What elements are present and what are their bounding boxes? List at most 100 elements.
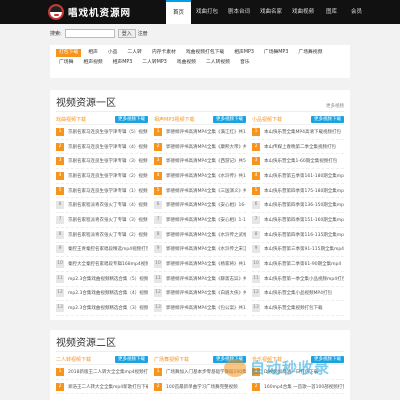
item-title[interactable]: 本山快乐营第四季第175-180期全集mp4 — [264, 188, 344, 194]
item-title[interactable]: 郭德纲评书高清MP4全集《安心相》1-15集 — [166, 217, 246, 223]
category-tag[interactable]: 戏曲视频打包下载 — [183, 49, 227, 57]
download-button[interactable]: 更多视频下载 — [311, 116, 344, 123]
column-title[interactable]: 广场舞视频下载 — [154, 356, 189, 363]
item-title[interactable]: 京剧名家程派青衣张火丁专辑（4）视频打 — [68, 202, 148, 208]
item-title[interactable]: 郭德纲评书高清MP4全集《聊斋志异》共5集 — [166, 276, 246, 282]
nav-member[interactable]: 会员 — [344, 0, 369, 24]
list-item[interactable]: 1 2018新版王二人转大全全集mp4视频打包 — [56, 365, 148, 380]
list-item[interactable]: 5 本山快乐营第四季第175-180期全集mp4 — [252, 184, 344, 199]
list-item[interactable]: 7 本山快乐营第四季第151-160期全集mp4 — [252, 213, 344, 228]
category-tag[interactable]: 相声MP3 — [110, 59, 136, 67]
item-title[interactable]: 郭德纲评书高清MP4全集《西游记》共5集 — [166, 158, 246, 164]
list-item[interactable]: 2 郭德纲评书高清MP4全集《康熙大帝》共4集 — [154, 140, 246, 155]
item-title[interactable]: 郭德纲评书高清MP4全集《安心相》16-27集 — [166, 202, 246, 208]
list-item[interactable]: 4 京剧名家马连良生张学津专辑（2）视频打 — [56, 169, 148, 184]
category-tag[interactable]: 相声MP3 — [231, 49, 257, 57]
list-item[interactable]: 7 郭德纲评书高清MP4全集《安心相》1-15集 — [154, 213, 246, 228]
list-item[interactable]: 7 京剧名家程派青衣张火丁专辑（3）视频打 — [56, 213, 148, 228]
list-item[interactable]: 13 mp2.3合集戏曲视频精选合集（3）视频打包 — [56, 301, 148, 316]
item-title[interactable]: 郭德纲评书高清MP4全集《水浒传》共15集 — [166, 173, 246, 179]
item-title[interactable]: mp2.3合集戏曲视频精选合集（5）视频打包 — [68, 276, 148, 282]
column-title[interactable]: 小品视频下载 — [252, 116, 282, 123]
list-item[interactable]: 2 160mp4合集 一首歌一首100部视频打包 — [252, 380, 344, 395]
download-button[interactable]: 更多视频下载 — [115, 116, 148, 123]
item-title[interactable]: 京剧名家马连良生张学津专辑（2）视频打 — [68, 173, 148, 179]
item-title[interactable]: 本山快乐营第四季第116-135期全集mp4 — [264, 232, 344, 238]
list-item[interactable]: 11 本山快乐营第一季全集小品视频mp4打包 — [252, 272, 344, 287]
item-title[interactable]: 本山快乐营全集视频打包下载 — [264, 305, 323, 311]
item-title[interactable]: 秦腔大全秦腔名家唱段专辑168mp4视频打 — [68, 261, 148, 267]
item-title[interactable]: 郭德纲评书高清MP4全集《三国演义》共5集 — [166, 188, 246, 194]
item-title[interactable]: 秦腔王青秦腔名家唱段精选mp4视频打包 — [68, 246, 148, 252]
item-title[interactable]: 郭德纲评书高清MP4全集《包公案》共15集 — [166, 305, 246, 311]
more-link[interactable]: 更多视频 — [326, 103, 344, 109]
list-item[interactable]: 2 京剧名家马连良生张学津专辑（4）视频打 — [56, 140, 148, 155]
item-title[interactable]: mp2.3合集戏曲视频精选合集（4）视频打包 — [68, 290, 148, 296]
list-item[interactable]: 4 郭德纲评书高清MP4全集《水浒传》共15集 — [154, 169, 246, 184]
list-item[interactable]: 3 本山快乐营全集1-60期全集视频打包 — [252, 154, 344, 170]
list-item[interactable]: 10 郭德纲评书高清MP4全集《杨家将》共1集 — [154, 257, 246, 272]
category-tag[interactable]: 内存卡素材 — [149, 49, 179, 57]
item-title[interactable]: 郭德纲评书高清MP4全集《水浒传之武松》 — [166, 232, 246, 238]
item-title[interactable]: 郭德纲评书高清MP4全集《满江红》共1集 — [166, 129, 246, 135]
list-item[interactable]: 3 郭德纲评书高清MP4全集《西游记》共5集 — [154, 154, 246, 170]
item-title[interactable]: 京剧名家马连良生张学津专辑（5）视频打 — [68, 129, 148, 135]
nav-home[interactable]: 首页 — [166, 0, 191, 24]
list-item[interactable]: 9 秦腔王青秦腔名家唱段精选mp4视频打包 — [56, 243, 148, 258]
category-tag[interactable]: 打包下载 — [56, 49, 82, 57]
list-item[interactable]: 8 郭德纲评书高清MP4全集《水浒传之武松》 — [154, 228, 246, 243]
nav-gallery[interactable]: 图库 — [319, 0, 344, 24]
list-item[interactable]: 3 京剧名家马连良生张学津专辑（3）视频打 — [56, 154, 148, 170]
item-title[interactable]: mp2.3合集戏曲视频精选合集（3）视频打包 — [68, 305, 148, 311]
item-title[interactable]: 2018新版王二人转大全全集mp4视频打包 — [68, 369, 148, 375]
list-item[interactable]: 9 本山快乐营第三季第91-115期全集mp4 — [252, 243, 344, 258]
item-title[interactable]: 京剧名家程派青衣张火丁专辑（3）视频打 — [68, 217, 148, 223]
nav-masters[interactable]: 戏曲名家 — [255, 0, 287, 24]
list-item[interactable]: 5 京剧名家马连良生张学津专辑（1）视频打 — [56, 184, 148, 199]
item-title[interactable]: 郭德纲评书高清MP4全集《白眉大侠》共7集 — [166, 290, 246, 296]
item-title[interactable]: 本山快乐营全集小品视频MP4打包 — [264, 290, 332, 296]
register-link[interactable]: 注册 — [138, 30, 148, 37]
nav-scripts[interactable]: 剧本台词 — [223, 0, 255, 24]
nav-opera-video[interactable]: 戏曲视频 — [287, 0, 319, 24]
download-button[interactable]: 更多视频下载 — [213, 116, 246, 123]
search-input[interactable] — [64, 28, 115, 38]
list-item[interactable]: 9 郭德纲评书高清MP4全集《水浒传之宋江》 — [154, 243, 246, 258]
item-title[interactable]: 本山快乐营第一季全集小品视频mp4打包 — [264, 276, 344, 282]
list-item[interactable]: 2 郑浩王二人转大全全集mp4新歌打包下载视 — [56, 380, 148, 395]
item-title[interactable]: 本山快乐营第二季第61-90期全集mp4 — [264, 261, 341, 267]
category-tag[interactable]: 广场舞 — [56, 59, 76, 67]
category-tag[interactable]: 相声视频 — [80, 59, 105, 67]
list-item[interactable]: 11 郭德纲评书高清MP4全集《聊斋志异》共5集 — [154, 272, 246, 287]
list-item[interactable]: 13 郭德纲评书高清MP4全集《包公案》共15集 — [154, 301, 246, 316]
item-title[interactable]: 郭德纲评书高清MP4全集《水浒传之宋江》 — [166, 246, 246, 252]
item-title[interactable]: 本山快乐营第四季第136-150期全集mp4 — [264, 202, 344, 208]
item-title[interactable]: 本山快乐营第五季第161-180期全集mp4 — [264, 173, 344, 179]
category-tag[interactable]: 二人转 — [124, 49, 144, 57]
category-tag[interactable]: 相声 — [85, 49, 101, 57]
item-title[interactable]: 160mp4合集 一首歌一首100部视频打包 — [264, 384, 344, 390]
category-tag[interactable]: 广场舞视频 — [295, 49, 325, 57]
list-item[interactable]: 13 本山快乐营全集视频打包下载 — [252, 301, 344, 316]
list-item[interactable]: 6 本山快乐营第四季第136-150期全集mp4 — [252, 198, 344, 214]
list-item[interactable]: 5 郭德纲评书高清MP4全集《三国演义》共5集 — [154, 184, 246, 199]
category-tag[interactable]: 音乐 — [237, 59, 253, 67]
list-item[interactable]: 1 京剧名家马连良生张学津专辑（5）视频打 — [56, 125, 148, 140]
item-title[interactable]: 100首最新单曲学习广场舞完整视频 — [166, 384, 238, 390]
item-title[interactable]: 郭德纲评书高清MP4全集《杨家将》共1集 — [166, 261, 246, 267]
nav-opera-pack[interactable]: 戏曲打包 — [191, 0, 223, 24]
site-logo[interactable]: 唱戏机资源网 — [48, 4, 131, 20]
list-item[interactable]: 4 本山快乐营第五季第161-180期全集mp4 — [252, 169, 344, 184]
column-title[interactable]: 相声MP3视频下载 — [154, 116, 195, 123]
category-tag[interactable]: 戏曲视频 — [174, 59, 199, 67]
list-item[interactable]: 1 本山快乐营全集MP4高清下载视频打包 — [252, 125, 344, 140]
list-item[interactable]: 10 秦腔大全秦腔名家唱段专辑168mp4视频打 — [56, 257, 148, 272]
list-item[interactable]: 11 mp2.3合集戏曲视频精选合集（5）视频打包 — [56, 272, 148, 287]
item-title[interactable]: 郑浩王二人转大全全集mp4新歌打包下载视 — [68, 384, 148, 390]
list-item[interactable]: 12 郭德纲评书高清MP4全集《白眉大侠》共7集 — [154, 287, 246, 302]
item-title[interactable]: 本山快乐营第四季第151-160期全集mp4 — [264, 217, 344, 223]
category-tag[interactable]: 二人转MP3 — [139, 59, 169, 67]
list-item[interactable]: 6 郭德纲评书高清MP4全集《安心相》16-27集 — [154, 198, 246, 214]
item-title[interactable]: 郭德纲评书高清MP4全集《康熙大帝》共4集 — [166, 144, 246, 150]
item-title[interactable]: 京剧名家程派青衣张火丁专辑（2）视频打 — [68, 232, 148, 238]
